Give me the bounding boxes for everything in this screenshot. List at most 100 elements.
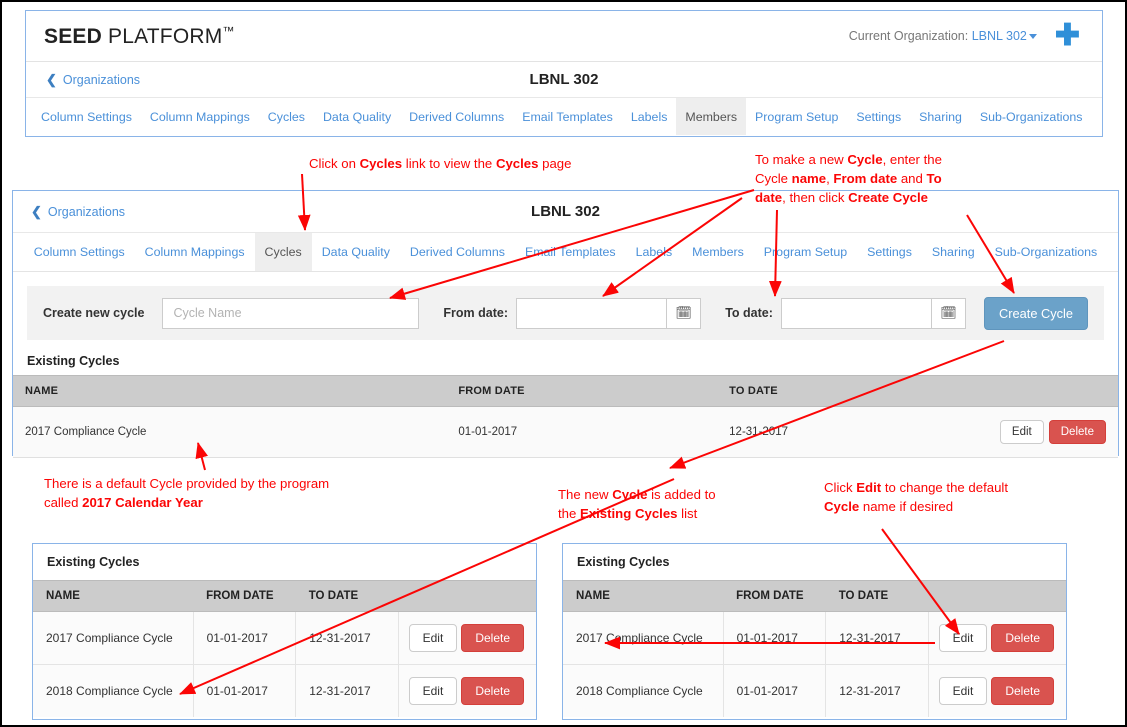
table-header-row: NAME FROM DATE TO DATE [563,580,1066,612]
calendar-icon[interactable]: 🗓 [931,298,966,328]
row-actions-cell: Edit Delete [928,611,1066,665]
anno1-mid: link to view the [402,156,496,171]
chevron-left-icon: ❮ [46,71,57,87]
cycles-page-tab-settings[interactable]: Settings [857,233,922,271]
cycles-page-tab-labels[interactable]: Labels [626,233,683,271]
annotation-default-cycle: There is a default Cycle provided by the… [44,474,464,512]
row-actions-cell: Edit Delete [987,406,1118,458]
cycles-page-tab-sub-organizations[interactable]: Sub-Organizations [985,233,1108,271]
table-row: 2017 Compliance Cycle 01-01-2017 12-31-201… [33,611,536,665]
column-header-from-date: FROM DATE [723,580,826,612]
delete-button[interactable]: Delete [1048,420,1106,444]
back-to-organizations-link[interactable]: ❮ Organizations [46,72,140,88]
anno3-line1: There is a default Cycle provided by the… [44,476,330,491]
panel2-tab-bar: Column Settings Column Mappings Cycles Data… [13,233,1118,272]
row-actions-cell: Edit Delete [398,664,536,717]
anno4-line1: The new Cycle is added to [558,487,716,502]
column-header-from-date: FROM DATE [193,580,296,612]
cycle-name-cell: 2017 Compliance Cycle [33,611,194,665]
table-row: 2018 Compliance Cycle 01-01-2017 12-31-201… [33,664,536,717]
delete-button[interactable]: Delete [991,677,1054,705]
cycles-page-tab-data-quality[interactable]: Data Quality [312,233,400,271]
edit-button[interactable]: Edit [938,624,988,652]
create-cycle-button[interactable]: Create Cycle [984,296,1089,330]
row-actions-cell: Edit Delete [928,664,1066,717]
from-date-cell: 01-01-2017 [446,406,718,458]
edit-button[interactable]: Edit [999,420,1044,444]
to-date-field-group[interactable]: 🗓 [780,297,967,329]
column-header-actions [398,580,536,612]
to-date-cell: 12-31-2017 [295,611,399,665]
annotation-click-edit: Click Edit to change the default Cycle n… [824,478,1074,516]
members-page-tab-sharing[interactable]: Sharing [910,98,971,135]
column-header-actions [928,580,1066,612]
members-page-tab-email-templates[interactable]: Email Templates [513,98,622,135]
cycle-name-input[interactable]: Cycle Name [162,297,420,329]
delete-button[interactable]: Delete [461,677,524,705]
members-page-tab-sub-organizations[interactable]: Sub-Organizations [971,98,1092,135]
to-date-label: To date: [725,306,773,320]
cycles-page-tab-sharing[interactable]: Sharing [922,233,985,271]
cycle-name-cell: 2017 Compliance Cycle [13,406,447,458]
cycles-page-tab-cycles[interactable]: Cycles [254,233,312,271]
chevron-down-icon [1028,34,1037,40]
existing-cycles-table: NAME FROM DATE TO DATE 2017 Compliance Cyc… [13,375,1118,458]
page-title: LBNL 302 [529,71,599,88]
org-subheader: ❮ Organizations LBNL 302 [26,62,1102,98]
members-page-tab-column-mappings[interactable]: Column Mappings [141,98,259,135]
header-right-group: Current Organization: LBNL 302 ✚ [849,21,1084,51]
back-to-organizations-link-2[interactable]: ❮ Organizations [31,204,125,220]
anno5-line1: Click Edit to change the default [824,480,1009,495]
cycles-page-tab-members[interactable]: Members [682,233,754,271]
members-page-tab-cycles[interactable]: Cycles [259,98,314,135]
members-page-tab-data-quality[interactable]: Data Quality [314,98,400,135]
anno2-line1: To make a new Cycle, enter the [755,152,942,167]
existing-cycles-heading-left: Existing Cycles [47,555,140,569]
panel1-tab-bar: Column Settings Column Mappings Cycles Data… [26,98,1102,135]
members-page-tab-members[interactable]: Members [676,98,747,135]
cycles-page-tab-program-setup[interactable]: Program Setup [754,233,857,271]
existing-cycles-callout-right: Existing Cycles NAME FROM DATE TO DATE 201… [562,543,1067,720]
from-date-field-group[interactable]: 🗓 [516,297,702,329]
column-header-to-date: TO DATE [825,580,929,612]
to-date-input[interactable] [782,299,931,328]
delete-button[interactable]: Delete [991,624,1054,652]
members-page-tab-column-settings[interactable]: Column Settings [32,98,141,135]
delete-button[interactable]: Delete [461,624,524,652]
edit-button[interactable]: Edit [938,677,988,705]
cycle-name-cell: 2018 Compliance Cycle [33,664,194,717]
create-new-cycle-label: Create new cycle [43,306,145,320]
cycles-page-tab-column-settings[interactable]: Column Settings [24,233,135,271]
column-header-name: NAME [563,580,724,612]
anno2-line2: Cycle name, From date and To [755,171,942,187]
members-page-tab-program-setup[interactable]: Program Setup [746,98,847,135]
table-header-row: NAME FROM DATE TO DATE [13,375,1118,407]
cycles-page-tab-email-templates[interactable]: Email Templates [515,233,626,271]
plus-icon[interactable]: ✚ [1055,21,1084,51]
annotation-make-new-cycle: To make a new Cycle, enter the Cycle nam… [755,150,1017,207]
current-org-value[interactable]: LBNL 302 [972,29,1027,43]
anno1-bold2: Cycles [495,156,539,171]
create-cycle-form: Create new cycle Cycle Name From date: 🗓… [27,286,1104,340]
existing-cycles-table-right: NAME FROM DATE TO DATE 2017 Compliance Cyc… [563,580,1066,717]
members-page-tab-derived-columns[interactable]: Derived Columns [400,98,513,135]
from-date-input[interactable] [517,299,666,328]
calendar-icon[interactable]: 🗓 [666,298,701,328]
back-link-label: Organizations [62,72,141,87]
cycle-name-cell: 2018 Compliance Cycle [563,664,724,717]
cycles-page-tab-column-mappings[interactable]: Column Mappings [135,233,255,271]
members-page-tab-labels[interactable]: Labels [622,98,677,135]
to-date-cell: 12-31-2017 [295,664,399,717]
edit-button[interactable]: Edit [408,677,458,705]
edit-button[interactable]: Edit [408,624,458,652]
from-date-cell: 01-01-2017 [723,611,827,665]
current-organization[interactable]: Current Organization: LBNL 302 [849,29,1037,43]
members-page-tab-settings[interactable]: Settings [847,98,910,135]
anno1-pre: Click on [309,156,360,171]
column-header-actions [987,375,1118,407]
current-org-label: Current Organization: [848,29,969,43]
cycles-page-tab-derived-columns[interactable]: Derived Columns [400,233,515,271]
from-date-label: From date: [443,306,509,320]
column-header-to-date: TO DATE [295,580,399,612]
column-header-to-date: TO DATE [717,375,988,407]
